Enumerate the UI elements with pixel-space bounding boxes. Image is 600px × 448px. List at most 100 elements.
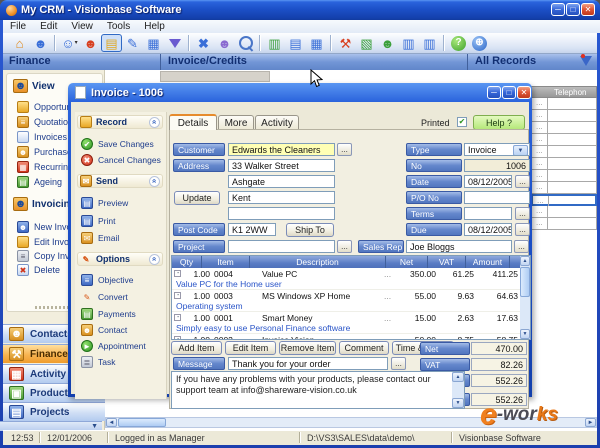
task-contact[interactable]: ☻ Contact xyxy=(81,324,127,336)
terms-lookup-button[interactable]: ... xyxy=(515,207,530,220)
task-save-changes[interactable]: ✔ Save Changes xyxy=(81,138,154,150)
help-icon[interactable]: ? xyxy=(448,34,469,52)
printed-checkbox[interactable]: ✔ xyxy=(457,117,467,127)
menu-edit[interactable]: Edit xyxy=(40,21,57,32)
task-appointment[interactable]: ► Appointment xyxy=(81,340,146,352)
date-picker-button[interactable]: ... xyxy=(515,175,530,188)
edit-item-button[interactable]: Edit Item xyxy=(225,341,276,355)
bg-list-row[interactable]: ... xyxy=(531,170,597,182)
find-contact-icon[interactable]: ☻ xyxy=(214,34,235,52)
bg-list-row[interactable]: ... xyxy=(531,134,597,146)
bg-list-row[interactable]: ... xyxy=(531,206,597,218)
task-convert[interactable]: ✎ Convert xyxy=(81,291,128,303)
clear-search-icon[interactable]: ✖ xyxy=(193,34,214,52)
notes-textarea[interactable]: If you have any problems with your produ… xyxy=(171,371,465,409)
tools-icon[interactable]: ⚒ xyxy=(335,34,356,52)
grid-row[interactable]: - 1.000004 Value PC... 350.0061.25 411.2… xyxy=(172,268,520,279)
message-field[interactable]: Thank you for your order xyxy=(228,357,388,370)
customer-field[interactable]: Edwards the Cleaners xyxy=(228,143,335,156)
user-settings-icon[interactable]: ☻ xyxy=(377,34,398,52)
grid-header[interactable]: Qty Item Description Net VAT Amount xyxy=(172,256,520,268)
tab-details[interactable]: Details xyxy=(169,114,217,130)
address1-field[interactable]: 33 Walker Street xyxy=(228,159,335,172)
row-expander-icon[interactable]: - xyxy=(174,314,181,321)
task-cancel-changes[interactable]: ✖ Cancel Changes xyxy=(81,154,161,166)
grid-row[interactable]: - 1.000001 Smart Money... 15.002.63 17.6… xyxy=(172,312,520,323)
minimize-button[interactable]: ─ xyxy=(551,3,565,16)
bg-list-row[interactable]: ... xyxy=(531,218,597,230)
task-section-options[interactable]: ✎ Options « xyxy=(77,252,163,266)
bg-list-row[interactable]: ... xyxy=(531,182,597,194)
project-lookup-button[interactable]: ... xyxy=(337,240,352,253)
task-section-send[interactable]: ✉ Send « xyxy=(77,174,163,188)
tab-more[interactable]: More xyxy=(218,115,254,130)
delete-record-icon[interactable]: ☻ xyxy=(80,34,101,52)
date-field[interactable]: 08/12/2005 xyxy=(464,175,512,188)
grid-vertical-scrollbar[interactable]: ▲ ▼ xyxy=(520,256,530,339)
bg-list-row[interactable]: ... xyxy=(531,146,597,158)
bg-list-row[interactable]: ... xyxy=(531,98,597,110)
notes-icon[interactable]: ✎ xyxy=(122,34,143,52)
sidebar-item-invoices[interactable]: Invoices xyxy=(17,131,67,143)
web-icon[interactable]: ⊕ xyxy=(469,34,490,52)
dialog-minimize-button[interactable]: ─ xyxy=(487,86,501,99)
scroll-left-icon[interactable]: ◄ xyxy=(106,418,117,427)
add-item-button[interactable]: Add Item xyxy=(171,341,222,355)
scrollbar-thumb[interactable] xyxy=(118,418,166,427)
salesrep-lookup-button[interactable]: ... xyxy=(514,240,529,253)
address2-field[interactable]: Ashgate xyxy=(228,175,335,188)
pono-field[interactable] xyxy=(464,191,530,204)
tab-activity[interactable]: Activity xyxy=(255,115,299,130)
menu-help[interactable]: Help xyxy=(144,21,165,32)
menu-view[interactable]: View xyxy=(71,21,93,32)
scroll-down-icon[interactable]: ▼ xyxy=(520,329,530,339)
dialog-maximize-button[interactable]: □ xyxy=(502,86,516,99)
address4-field[interactable] xyxy=(228,207,335,220)
customer-lookup-button[interactable]: ... xyxy=(337,143,352,156)
map-icon[interactable]: ▧ xyxy=(356,34,377,52)
chart-icon[interactable]: ▥ xyxy=(264,34,285,52)
scroll-up-icon[interactable]: ▲ xyxy=(520,256,530,266)
row-expander-icon[interactable]: - xyxy=(174,292,181,299)
report-icon[interactable]: ▤ xyxy=(285,34,306,52)
message-lookup-button[interactable]: ... xyxy=(391,357,406,370)
title-bar[interactable]: My CRM - Visionbase Software ─ □ ✕ xyxy=(0,0,600,20)
filter-icon[interactable] xyxy=(164,34,185,52)
scroll-up-icon[interactable]: ▲ xyxy=(452,372,464,382)
contacts-icon[interactable]: ☻ xyxy=(30,34,51,52)
due-field[interactable]: 08/12/2005 xyxy=(464,223,512,236)
row-expander-icon[interactable]: - xyxy=(174,336,181,339)
menu-tools[interactable]: Tools xyxy=(107,21,130,32)
task-objective[interactable]: ≡ Objective xyxy=(81,274,133,286)
task-preview[interactable]: ▤ Preview xyxy=(81,197,128,209)
grid-row[interactable]: - 1.000003 MS Windows XP Home... 55.009.… xyxy=(172,290,520,301)
calendar-icon[interactable]: ▦ xyxy=(306,34,327,52)
grid-scrollbar-thumb[interactable] xyxy=(520,267,530,297)
sidebar-item-ageing[interactable]: ▤ Ageing xyxy=(17,176,62,188)
row-expander-icon[interactable]: - xyxy=(174,270,181,277)
maximize-button[interactable]: □ xyxy=(566,3,580,16)
new-record-icon[interactable]: ☺▾ xyxy=(59,34,80,52)
home-icon[interactable]: ⌂ xyxy=(9,34,30,52)
task-task[interactable]: ≣ Task xyxy=(81,356,115,368)
scroll-down-icon[interactable]: ▼ xyxy=(452,398,464,408)
bg-list-row[interactable]: ... xyxy=(531,158,597,170)
ship-to-button[interactable]: Ship To xyxy=(286,223,334,237)
import-icon[interactable]: ▥ xyxy=(419,34,440,52)
task-email[interactable]: ✉ Email xyxy=(81,232,119,244)
records-filter-icon[interactable] xyxy=(580,56,592,66)
sidebar-item-recurring[interactable]: ▦ Recurring xyxy=(17,161,73,173)
nav-projects[interactable]: ▤ Projects xyxy=(3,402,105,421)
postcode-field[interactable]: K1 2WW xyxy=(228,223,276,236)
export-icon[interactable]: ▥ xyxy=(398,34,419,52)
grid-row[interactable]: - 1.000002 Invoice Vision... 50.008.75 5… xyxy=(172,334,520,339)
task-payments[interactable]: ▤ Payments xyxy=(81,308,136,320)
type-select[interactable]: Invoice ▼ xyxy=(464,143,530,156)
sidebar-section-invoicing[interactable]: ☻ Invoicing xyxy=(13,197,76,211)
update-button[interactable]: Update xyxy=(174,191,220,205)
task-print[interactable]: ▤ Print xyxy=(81,215,115,227)
nav-chevron-icon[interactable]: ▼ xyxy=(91,423,98,430)
collapse-send-icon[interactable]: « xyxy=(149,176,160,187)
sidebar-section-view[interactable]: ☻ View xyxy=(13,79,55,93)
salesrep-field[interactable]: Joe Bloggs xyxy=(406,240,512,253)
